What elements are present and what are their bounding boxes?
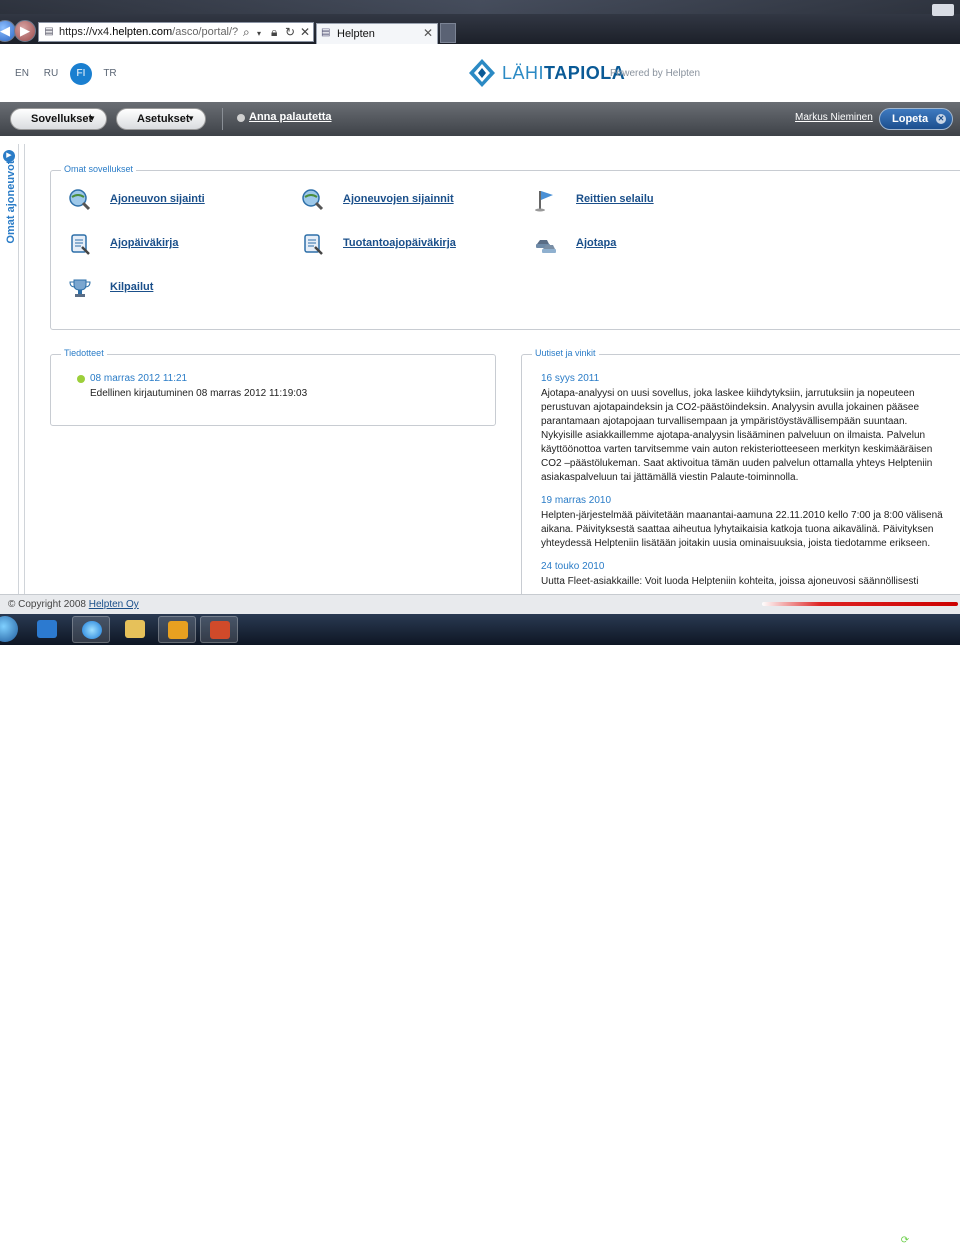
- app-driving-style[interactable]: Ajotapa: [534, 232, 734, 256]
- app-vehicle-location[interactable]: Ajoneuvon sijainti: [68, 188, 268, 212]
- globe-magnifier-icon: [302, 189, 324, 211]
- news-date: 16 syys 2011: [541, 373, 600, 384]
- window-minimize-button[interactable]: [932, 4, 954, 16]
- app-vehicles-locations[interactable]: Ajoneuvojen sijainnit: [301, 188, 521, 212]
- logo-text: LÄHITAPIOLA: [502, 63, 626, 83]
- taskbar-internet-explorer[interactable]: [72, 616, 110, 643]
- browser-chrome: ◀ ▶ ▤ https://vx4.helpten.com/asco/porta…: [0, 0, 960, 44]
- app-link[interactable]: Kilpailut: [110, 281, 153, 293]
- tray-expand-icon[interactable]: ▲: [880, 1235, 890, 1246]
- news-date: 24 touko 2010: [541, 561, 605, 572]
- notices-panel: Tiedotteet 08 marras 2012 11:21 Edelline…: [50, 348, 496, 426]
- app-link[interactable]: Tuotantoajopäiväkirja: [343, 237, 456, 249]
- feedback-link[interactable]: Anna palautetta: [249, 111, 332, 123]
- lang-tr[interactable]: TR: [99, 63, 121, 85]
- tab-close-icon[interactable]: ✕: [423, 26, 433, 40]
- new-tab-button[interactable]: [440, 23, 456, 43]
- logbook-icon: [304, 234, 323, 255]
- bullet-icon: [237, 114, 245, 122]
- system-tray[interactable]: ▲ ⟳ ▮ ◂) ▂▄▆: [880, 1235, 960, 1246]
- volume-icon[interactable]: ◂): [932, 1235, 940, 1246]
- bullet-icon: [77, 375, 85, 383]
- news-body: Helpten-järjestelmää päivitetään maanant…: [541, 510, 943, 549]
- search-icon[interactable]: ⌕: [243, 25, 250, 39]
- media-player-icon: [37, 620, 57, 638]
- applications-menu-button[interactable]: Sovellukset ▼: [10, 108, 107, 130]
- navbar-divider: [222, 108, 223, 130]
- news-list: 16 syys 2011 Ajotapa-analyysi on uusi so…: [541, 373, 946, 589]
- logout-button[interactable]: Lopeta ✕: [879, 108, 953, 130]
- news-body: Ajotapa-analyysi on uusi sovellus, joka …: [541, 388, 933, 483]
- notices-legend: Tiedotteet: [61, 348, 107, 358]
- trophy-icon: [69, 279, 91, 297]
- app-production-logbook[interactable]: Tuotantoajopäiväkirja: [301, 232, 521, 256]
- news-panel: Uutiset ja vinkit 16 syys 2011 Ajotapa-a…: [521, 348, 960, 614]
- main-content: Omat sovellukset Ajoneuvon sijainti Ajon…: [24, 144, 960, 614]
- flag-icon: [535, 191, 553, 212]
- folder-icon: [125, 620, 145, 638]
- app-competitions[interactable]: Kilpailut: [68, 276, 268, 300]
- loading-progress-bar: [762, 602, 958, 606]
- globe-magnifier-icon: [69, 189, 91, 211]
- lang-ru[interactable]: RU: [40, 63, 62, 85]
- app-link[interactable]: Ajotapa: [576, 237, 616, 249]
- app-link[interactable]: Ajopäiväkirja: [110, 237, 178, 249]
- logbook-icon: [71, 234, 90, 255]
- start-button[interactable]: [0, 616, 18, 642]
- site-header: EN RU FI TR LÄHITAPIOLA Powered by Helpt…: [0, 44, 960, 102]
- stop-icon[interactable]: ✕: [300, 25, 310, 39]
- taskbar-outlook[interactable]: [158, 616, 196, 643]
- taskbar-file-explorer[interactable]: [116, 616, 154, 643]
- window-titlebar: [0, 0, 960, 14]
- powered-by: Powered by Helpten: [610, 68, 701, 79]
- app-route-browsing[interactable]: Reittien selailu: [534, 188, 734, 212]
- lang-fi[interactable]: FI: [70, 63, 92, 85]
- lang-en[interactable]: EN: [11, 63, 33, 85]
- outlook-icon: [168, 621, 188, 639]
- battery-icon[interactable]: ▮: [918, 1235, 924, 1246]
- taskbar-media-player[interactable]: [28, 616, 66, 643]
- powerpoint-icon: [210, 621, 230, 639]
- my-vehicles-tab-label[interactable]: Omat ajoneuvot: [5, 157, 17, 247]
- address-bar[interactable]: ▤ https://vx4.helpten.com/asco/portal/? …: [38, 22, 314, 42]
- settings-menu-button[interactable]: Asetukset ▼: [116, 108, 206, 130]
- news-body: Uutta Fleet-asiakkaille: Voit luoda Help…: [541, 576, 919, 587]
- forward-button[interactable]: ▶: [14, 20, 36, 42]
- chevron-down-icon: ▼: [88, 114, 96, 123]
- url-text: https://vx4.helpten.com/asco/portal/?: [59, 26, 239, 38]
- tab-title: Helpten: [337, 28, 375, 40]
- news-legend: Uutiset ja vinkit: [532, 348, 599, 358]
- site-icon: ▤: [44, 26, 54, 37]
- news-item: 16 syys 2011 Ajotapa-analyysi on uusi so…: [541, 373, 946, 485]
- my-apps-panel: Omat sovellukset Ajoneuvon sijainti Ajon…: [50, 164, 960, 330]
- close-icon: ✕: [936, 114, 946, 124]
- signal-icon[interactable]: ▂▄▆: [949, 1235, 960, 1246]
- cars-icon: [536, 240, 556, 253]
- app-logbook[interactable]: Ajopäiväkirja: [68, 232, 268, 256]
- app-link[interactable]: Ajoneuvon sijainti: [110, 193, 205, 205]
- notice-text: Edellinen kirjautuminen 08 marras 2012 1…: [90, 388, 308, 399]
- news-item: 24 touko 2010 Uutta Fleet-asiakkaille: V…: [541, 561, 946, 589]
- lock-icon: 🔒︎: [271, 25, 278, 39]
- app-link[interactable]: Ajoneuvojen sijainnit: [343, 193, 454, 205]
- tab-favicon-icon: ▤: [321, 27, 331, 38]
- taskbar-powerpoint[interactable]: [200, 616, 238, 643]
- internet-explorer-icon: [82, 621, 102, 639]
- network-sync-icon[interactable]: ⟳: [901, 1235, 909, 1246]
- my-apps-legend: Omat sovellukset: [61, 164, 137, 174]
- news-item: 19 marras 2010 Helpten-järjestelmää päiv…: [541, 495, 946, 551]
- dropdown-icon[interactable]: ▾: [257, 27, 261, 41]
- user-name-link[interactable]: Markus Nieminen: [795, 112, 873, 123]
- browser-tab[interactable]: ▤ Helpten ✕: [316, 23, 438, 44]
- notice-date: 08 marras 2012 11:21: [90, 373, 188, 384]
- app-link[interactable]: Reittien selailu: [576, 193, 654, 205]
- chevron-down-icon: ▼: [187, 114, 195, 123]
- copyright: © Copyright 2008 Helpten Oy: [8, 599, 139, 610]
- os-taskbar: ▲ ⟳ ▮ ◂) ▂▄▆: [0, 614, 960, 1246]
- refresh-icon[interactable]: ↻: [285, 25, 295, 39]
- lahitapiola-logo-icon: [469, 59, 495, 87]
- news-date: 19 marras 2010: [541, 495, 612, 506]
- company-link[interactable]: Helpten Oy: [89, 599, 139, 610]
